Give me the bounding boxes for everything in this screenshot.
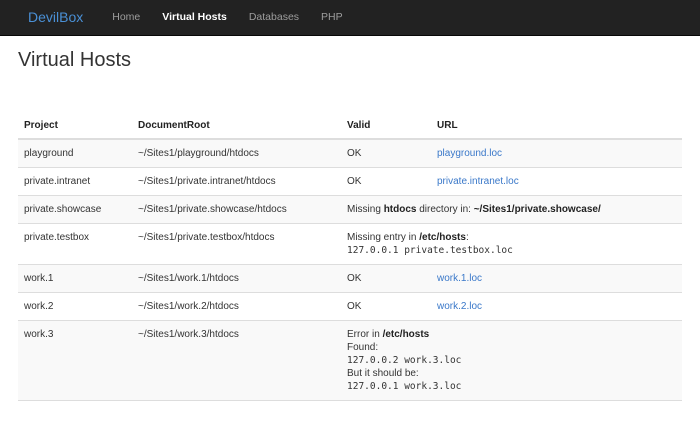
header-url: URL — [431, 113, 682, 140]
nav-item-home[interactable]: Home — [101, 0, 151, 35]
table-header-row: Project DocumentRoot Valid URL — [18, 113, 682, 140]
brand-prefix: Devil — [28, 9, 60, 25]
cell-validation-message: Missing htdocs directory in: ~/Sites1/pr… — [341, 195, 682, 224]
msg-bold: htdocs — [383, 204, 417, 215]
cell-docroot: ~/Sites1/work.1/htdocs — [132, 264, 341, 293]
msg-should-label: But it should be: — [347, 368, 419, 379]
cell-url: private.intranet.loc — [431, 167, 682, 196]
nav-menu: Home Virtual Hosts Databases PHP — [101, 0, 353, 35]
cell-docroot: ~/Sites1/playground/htdocs — [132, 139, 341, 168]
url-link[interactable]: work.2.loc — [437, 301, 482, 312]
cell-valid: OK — [341, 292, 431, 321]
cell-project: work.2 — [18, 292, 132, 321]
cell-url: playground.loc — [431, 139, 682, 168]
nav-item-virtual-hosts[interactable]: Virtual Hosts — [151, 0, 238, 35]
cell-project: work.1 — [18, 264, 132, 293]
cell-project: private.showcase — [18, 195, 132, 224]
table-row: work.1 ~/Sites1/work.1/htdocs OK work.1.… — [18, 264, 682, 293]
cell-valid: OK — [341, 139, 431, 168]
msg-text: directory in: — [416, 204, 474, 215]
cell-project: playground — [18, 139, 132, 168]
cell-valid: OK — [341, 167, 431, 196]
cell-docroot: ~/Sites1/work.3/htdocs — [132, 320, 341, 401]
cell-docroot: ~/Sites1/work.2/htdocs — [132, 292, 341, 321]
hosts-entry-code: 127.0.0.1 private.testbox.loc — [347, 245, 513, 256]
vhosts-table: Project DocumentRoot Valid URL playgroun… — [18, 113, 682, 401]
hosts-expected-code: 127.0.0.1 work.3.loc — [347, 381, 462, 392]
cell-docroot: ~/Sites1/private.intranet/htdocs — [132, 167, 341, 196]
brand-accent: Box — [59, 9, 84, 25]
msg-bold: /etc/hosts — [382, 329, 430, 340]
msg-text: Error in — [347, 329, 383, 340]
brand-logo[interactable]: DevilBox — [28, 0, 83, 35]
table-row: private.testbox ~/Sites1/private.testbox… — [18, 223, 682, 265]
cell-docroot: ~/Sites1/private.showcase/htdocs — [132, 195, 341, 224]
msg-bold: ~/Sites1/private.showcase/ — [473, 204, 601, 215]
header-documentroot: DocumentRoot — [132, 113, 341, 140]
cell-project: work.3 — [18, 320, 132, 401]
url-link[interactable]: private.intranet.loc — [437, 176, 519, 187]
msg-bold: /etc/hosts — [419, 232, 466, 243]
hosts-found-code: 127.0.0.2 work.3.loc — [347, 355, 462, 366]
cell-project: private.testbox — [18, 223, 132, 265]
header-valid: Valid — [341, 113, 431, 140]
nav-item-php[interactable]: PHP — [310, 0, 354, 35]
url-link[interactable]: playground.loc — [437, 148, 502, 159]
url-link[interactable]: work.1.loc — [437, 273, 482, 284]
cell-validation-message: Missing entry in /etc/hosts: 127.0.0.1 pr… — [341, 223, 682, 265]
table-row: work.2 ~/Sites1/work.2/htdocs OK work.2.… — [18, 292, 682, 321]
cell-valid: OK — [341, 264, 431, 293]
page-title: Virtual Hosts — [18, 49, 132, 71]
vhosts-table-container: Project DocumentRoot Valid URL playgroun… — [18, 113, 682, 401]
table-row: private.showcase ~/Sites1/private.showca… — [18, 195, 682, 224]
top-navbar: DevilBox Home Virtual Hosts Databases PH… — [0, 0, 700, 36]
msg-text: : — [465, 232, 469, 243]
cell-url: work.2.loc — [431, 292, 682, 321]
msg-text: Missing — [347, 204, 384, 215]
table-row: playground ~/Sites1/playground/htdocs OK… — [18, 139, 682, 168]
cell-project: private.intranet — [18, 167, 132, 196]
msg-found-label: Found: — [347, 342, 379, 353]
cell-url: work.1.loc — [431, 264, 682, 293]
cell-docroot: ~/Sites1/private.testbox/htdocs — [132, 223, 341, 265]
nav-item-databases[interactable]: Databases — [238, 0, 310, 35]
header-project: Project — [18, 113, 132, 140]
cell-validation-message: Error in /etc/hosts Found: 127.0.0.2 work.… — [341, 320, 682, 401]
table-row: work.3 ~/Sites1/work.3/htdocs Error in /… — [18, 320, 682, 401]
table-row: private.intranet ~/Sites1/private.intran… — [18, 167, 682, 196]
msg-text: Missing entry in — [347, 232, 420, 243]
